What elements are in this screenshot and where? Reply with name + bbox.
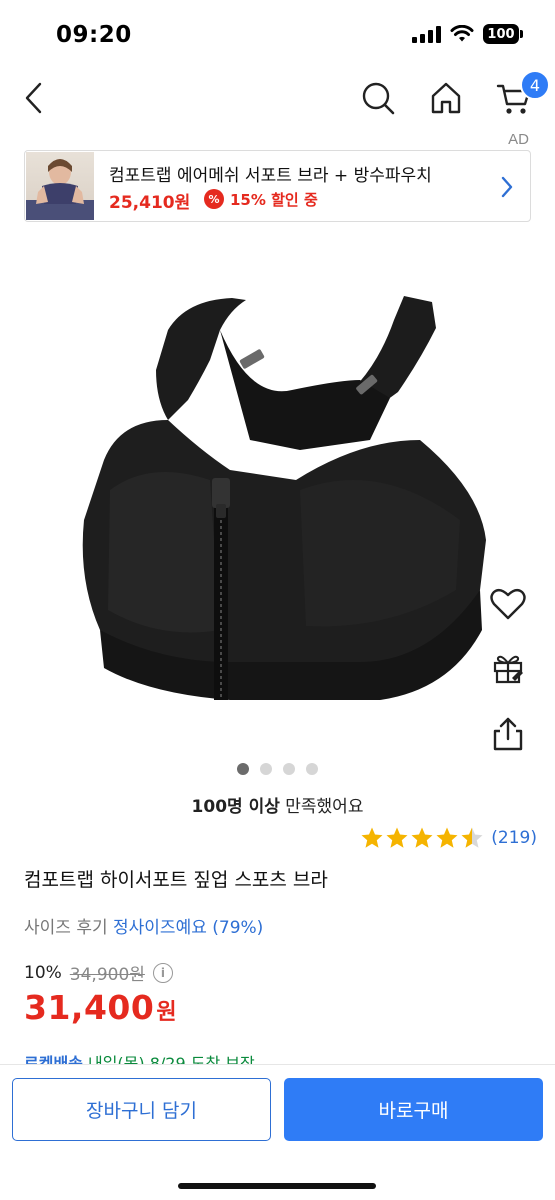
buy-now-button[interactable]: 바로구매 [284,1078,543,1141]
status-icons: 100 [412,24,523,44]
rating[interactable]: (219) [360,826,537,850]
search-icon[interactable] [358,78,398,118]
gallery-dot[interactable] [283,763,295,775]
ad-price: 25,410원 [109,193,191,213]
star-icon [436,827,458,848]
ad-thumbnail [26,152,94,220]
star-rating [360,826,484,850]
star-icon [361,827,383,848]
back-arrow-icon[interactable] [18,78,54,118]
sale-price-unit: 원 [156,1000,177,1025]
top-navigation [0,72,555,128]
gallery-dot[interactable] [237,763,249,775]
ad-banner[interactable]: 컴포트랩 에어메쉬 서포트 브라 + 방수파우치 25,410원 % 15% 할… [24,150,531,222]
gallery-dot[interactable] [260,763,272,775]
wifi-icon [450,25,474,42]
sale-price: 31,400 원 [24,988,177,1027]
star-icon [411,827,433,848]
cellular-signal-icon [412,25,441,43]
add-to-cart-button[interactable]: 장바구니 담기 [12,1078,271,1141]
original-price: 34,900원 [69,965,145,985]
gallery-pagination [237,763,318,775]
bottom-action-bar: 장바구니 담기 바로구매 [0,1064,555,1200]
sale-price-number: 31,400 [24,988,155,1027]
info-icon[interactable]: i [152,962,173,983]
status-time: 09:20 [56,22,132,48]
share-icon[interactable] [488,714,528,754]
discount-rate: 10% [24,962,62,983]
home-indicator [178,1183,376,1189]
status-bar: 09:20 100 [0,0,555,72]
gallery-dot[interactable] [306,763,318,775]
star-icon [461,827,483,848]
review-count[interactable]: (219) [491,828,537,848]
size-review-label: 사이즈 후기 [24,918,108,938]
size-review-value[interactable]: 정사이즈예요 (79%) [113,918,263,938]
discount-row: 10% 34,900원 i [24,960,173,985]
satisfaction-suffix: 만족했어요 [279,797,364,817]
star-icon [386,827,408,848]
home-icon[interactable] [426,78,466,118]
cart-count-badge: 4 [520,70,550,100]
product-title: 컴포트랩 하이서포트 짚업 스포츠 브라 [24,869,328,891]
battery-indicator: 100 [483,24,523,44]
satisfaction-count: 100명 이상 [191,797,280,817]
satisfaction-text: 100명 이상 만족했어요 [0,792,555,817]
ad-label: AD [508,131,529,148]
product-image[interactable] [60,290,490,740]
size-review[interactable]: 사이즈 후기 정사이즈예요 (79%) [24,913,263,938]
discount-percent-icon: % [204,189,224,209]
heart-icon[interactable] [488,584,528,624]
chevron-right-icon[interactable] [498,173,516,201]
ad-discount-text: 15% 할인 중 [230,191,318,209]
gift-icon[interactable] [488,648,528,688]
ad-title: 컴포트랩 에어메쉬 서포트 브라 + 방수파우치 [109,166,432,186]
